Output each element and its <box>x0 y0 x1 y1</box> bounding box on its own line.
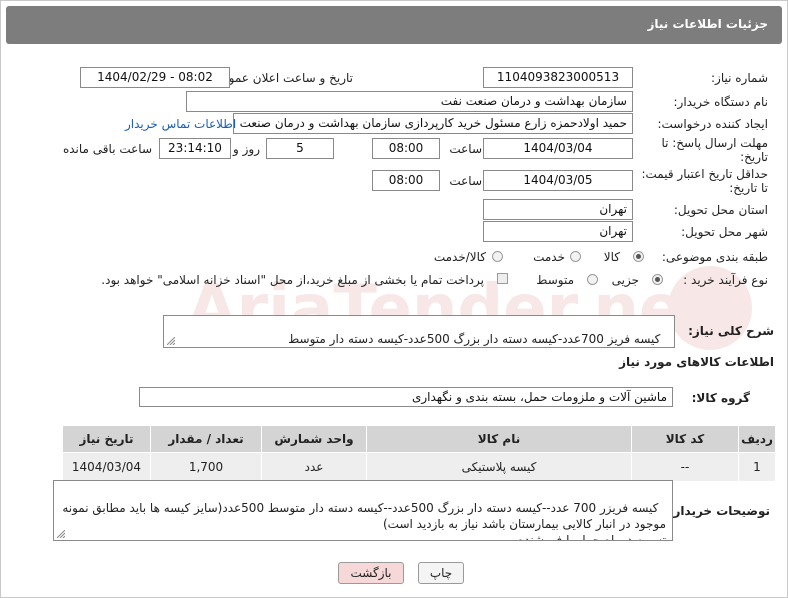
category-service-label: خدمت <box>533 250 565 264</box>
page-title: جزئیات اطلاعات نیاز <box>647 17 768 31</box>
cell-date: 1404/03/04 <box>62 452 151 482</box>
cell-unit: عدد <box>261 452 367 482</box>
category-label: طبقه بندی موضوعی: <box>661 250 768 264</box>
col-name: نام کالا <box>366 425 632 453</box>
goods-section-title: اطلاعات کالاهای مورد نیاز <box>619 355 774 369</box>
validity-time-field: 08:00 <box>372 170 440 191</box>
validity-label: حداقل تاریخ اعتبار قیمت: <box>641 167 768 181</box>
resize-grip-icon[interactable] <box>167 337 175 345</box>
col-unit: واحد شمارش <box>261 425 367 453</box>
validity-label-2: تا تاریخ: <box>729 181 768 195</box>
description-label: شرح کلی نیاز: <box>688 324 774 338</box>
treasury-payment-note: پرداخت تمام یا بخشی از مبلغ خرید،از محل … <box>101 273 484 287</box>
reply-time-field: 08:00 <box>372 138 440 159</box>
remaining-time-field: 23:14:10 <box>159 138 231 159</box>
need-number-field: 1104093823000513 <box>483 67 633 88</box>
buyer-notes-text: کیسه فریزر 700 عدد--کیسه دسته دار بزرگ 5… <box>62 501 666 541</box>
category-goods-radio[interactable] <box>633 251 644 262</box>
title-bar: جزئیات اطلاعات نیاز <box>6 6 782 44</box>
back-button[interactable]: بازگشت <box>338 562 404 584</box>
buyer-contact-link[interactable]: اطلاعات تماس خریدار <box>125 117 236 131</box>
cell-name: کیسه پلاستیکی <box>366 452 632 482</box>
days-label: روز و <box>233 142 260 156</box>
remaining-days-field: 5 <box>266 138 334 159</box>
buyer-notes-label: توضیحات خریدار: <box>668 504 770 518</box>
city-label: شهر محل تحویل: <box>681 225 768 239</box>
remaining-label: ساعت باقی مانده <box>62 142 152 156</box>
process-label: نوع فرآیند خرید : <box>683 273 768 287</box>
reply-deadline-label-2: تاریخ: <box>740 150 768 164</box>
reply-date-field: 1404/03/04 <box>483 138 633 159</box>
category-service-radio[interactable] <box>570 251 581 262</box>
creator-field: حمید اولادحمزه زارع مسئول خرید کارپردازی… <box>233 113 633 134</box>
col-date: تاریخ نیاز <box>62 425 151 453</box>
reply-time-label: ساعت <box>449 142 482 156</box>
buyer-label: نام دستگاه خریدار: <box>673 95 769 109</box>
category-both-radio[interactable] <box>492 251 503 262</box>
col-row: ردیف <box>738 425 776 453</box>
province-field: تهران <box>483 199 633 220</box>
description-field: کیسه فریز 700عدد-کیسه دسته دار بزرگ 500ع… <box>163 315 675 348</box>
print-button[interactable]: چاپ <box>418 562 464 584</box>
creator-label: ایجاد کننده درخواست: <box>657 117 768 131</box>
city-field: تهران <box>483 221 633 242</box>
category-goods-label: کالا <box>603 250 620 264</box>
process-minor-radio[interactable] <box>652 274 663 285</box>
process-medium-label: متوسط <box>536 273 574 287</box>
validity-date-field: 1404/03/05 <box>483 170 633 191</box>
goods-group-label: گروه کالا: <box>691 391 750 405</box>
province-label: استان محل تحویل: <box>673 203 768 217</box>
buyer-field: سازمان بهداشت و درمان صنعت نفت <box>186 91 633 112</box>
resize-grip-icon[interactable] <box>57 530 65 538</box>
cell-qty: 1,700 <box>150 452 262 482</box>
buyer-notes-field: کیسه فریزر 700 عدد--کیسه دسته دار بزرگ 5… <box>53 480 673 541</box>
goods-table-header: ردیف کد کالا نام کالا واحد شمارش تعداد /… <box>62 425 776 453</box>
description-text: کیسه فریز 700عدد-کیسه دسته دار بزرگ 500ع… <box>198 332 668 347</box>
table-row: 1 -- کیسه پلاستیکی عدد 1,700 1404/03/04 <box>62 452 776 482</box>
announce-datetime-field: 1404/02/29 - 08:02 <box>80 67 230 88</box>
category-both-label: کالا/خدمت <box>433 250 486 264</box>
reply-deadline-label: مهلت ارسال پاسخ: تا <box>661 136 768 150</box>
cell-row: 1 <box>738 452 776 482</box>
goods-table: ردیف کد کالا نام کالا واحد شمارش تعداد /… <box>62 425 776 482</box>
cell-code: -- <box>631 452 739 482</box>
validity-time-label: ساعت <box>449 174 482 188</box>
col-qty: تعداد / مقدار <box>150 425 262 453</box>
process-minor-label: جزیی <box>611 273 639 287</box>
treasury-payment-checkbox[interactable] <box>497 273 508 284</box>
goods-group-field: ماشین آلات و ملزومات حمل، بسته بندی و نگ… <box>139 387 673 407</box>
need-number-label: شماره نیاز: <box>711 71 768 85</box>
col-code: کد کالا <box>631 425 739 453</box>
process-medium-radio[interactable] <box>587 274 598 285</box>
